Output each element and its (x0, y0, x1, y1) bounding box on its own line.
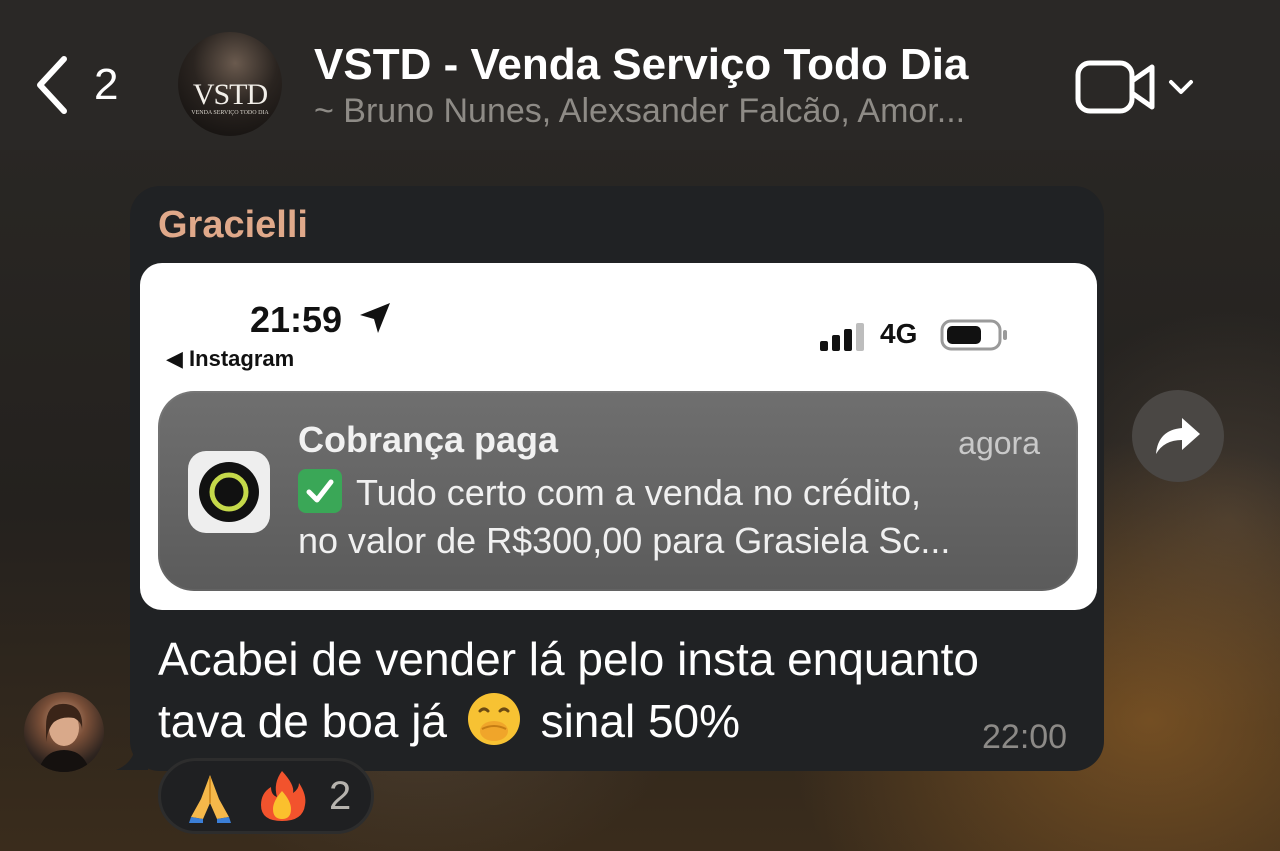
sender-name[interactable]: Gracielli (158, 204, 308, 247)
unread-count: 2 (94, 60, 119, 109)
video-call-button[interactable] (1074, 56, 1200, 118)
notification-body-line2: no valor de R$300,00 para Grasiela Sc... (298, 520, 951, 561)
bubble-tail (116, 740, 148, 770)
chat-screen: 2 VSTD VENDA SERVIÇO TODO DIA VSTD - Ven… (0, 0, 1280, 851)
message-text-part-b: sinal 50% (540, 695, 741, 747)
status-back-app-label: Instagram (189, 346, 295, 371)
group-members[interactable]: ~ Bruno Nunes, Alexsander Falcão, Amor..… (314, 92, 1014, 131)
reaction-count: 2 (329, 773, 352, 818)
check-mark-icon (298, 469, 342, 513)
back-button[interactable]: 2 (32, 50, 142, 120)
fire-icon (261, 771, 306, 821)
status-back-app: ◀ Instagram (166, 346, 294, 372)
status-time: 21:59 (250, 299, 343, 340)
forward-button[interactable] (1132, 390, 1224, 482)
reactions-pill[interactable]: 2 (158, 758, 374, 834)
sender-avatar[interactable] (24, 692, 104, 772)
message-text-line1: Acabei de vender lá pelo insta enquanto (158, 633, 979, 685)
avatar-photo (38, 703, 90, 772)
group-avatar[interactable]: VSTD VENDA SERVIÇO TODO DIA (178, 32, 282, 136)
network-label: 4G (880, 318, 918, 349)
share-arrow-icon (1156, 418, 1200, 454)
chat-header: 2 VSTD VENDA SERVIÇO TODO DIA VSTD - Ven… (0, 0, 1280, 150)
location-arrow-icon (360, 303, 390, 333)
face-with-hand-over-mouth-icon (467, 693, 520, 745)
avatar-logo-subtitle: VENDA SERVIÇO TODO DIA (191, 110, 269, 116)
back-triangle-icon: ◀ (166, 346, 190, 371)
attached-image[interactable]: 21:59 ◀ Instagram 4G Cobrança paga agora… (140, 263, 1097, 610)
message-time: 22:00 (982, 718, 1068, 756)
notification-title: Cobrança paga (298, 419, 559, 460)
video-camera-icon (1075, 60, 1155, 114)
notification-body: Tudo certo com a venda no crédito, no va… (298, 469, 1058, 565)
payment-app-icon (188, 451, 270, 533)
avatar-logo: VSTD (192, 78, 268, 111)
notification-time: agora (958, 425, 1040, 461)
cell-signal-icon (820, 323, 864, 351)
folded-hands-icon (189, 775, 231, 823)
message-text-part-a: tava de boa já (158, 695, 448, 747)
battery-icon (940, 319, 1007, 351)
notification-body-line1: Tudo certo com a venda no crédito, (356, 472, 921, 513)
group-title[interactable]: VSTD - Venda Serviço Todo Dia (314, 40, 968, 90)
chevron-down-icon (1169, 80, 1193, 94)
message-text-line2: tava de boa já sinal 50% (158, 690, 1058, 752)
message-text[interactable]: Acabei de vender lá pelo insta enquanto … (158, 628, 1058, 752)
notification-banner: Cobrança paga agora Tudo certo com a ven… (158, 391, 1078, 591)
chevron-left-icon (37, 56, 67, 114)
